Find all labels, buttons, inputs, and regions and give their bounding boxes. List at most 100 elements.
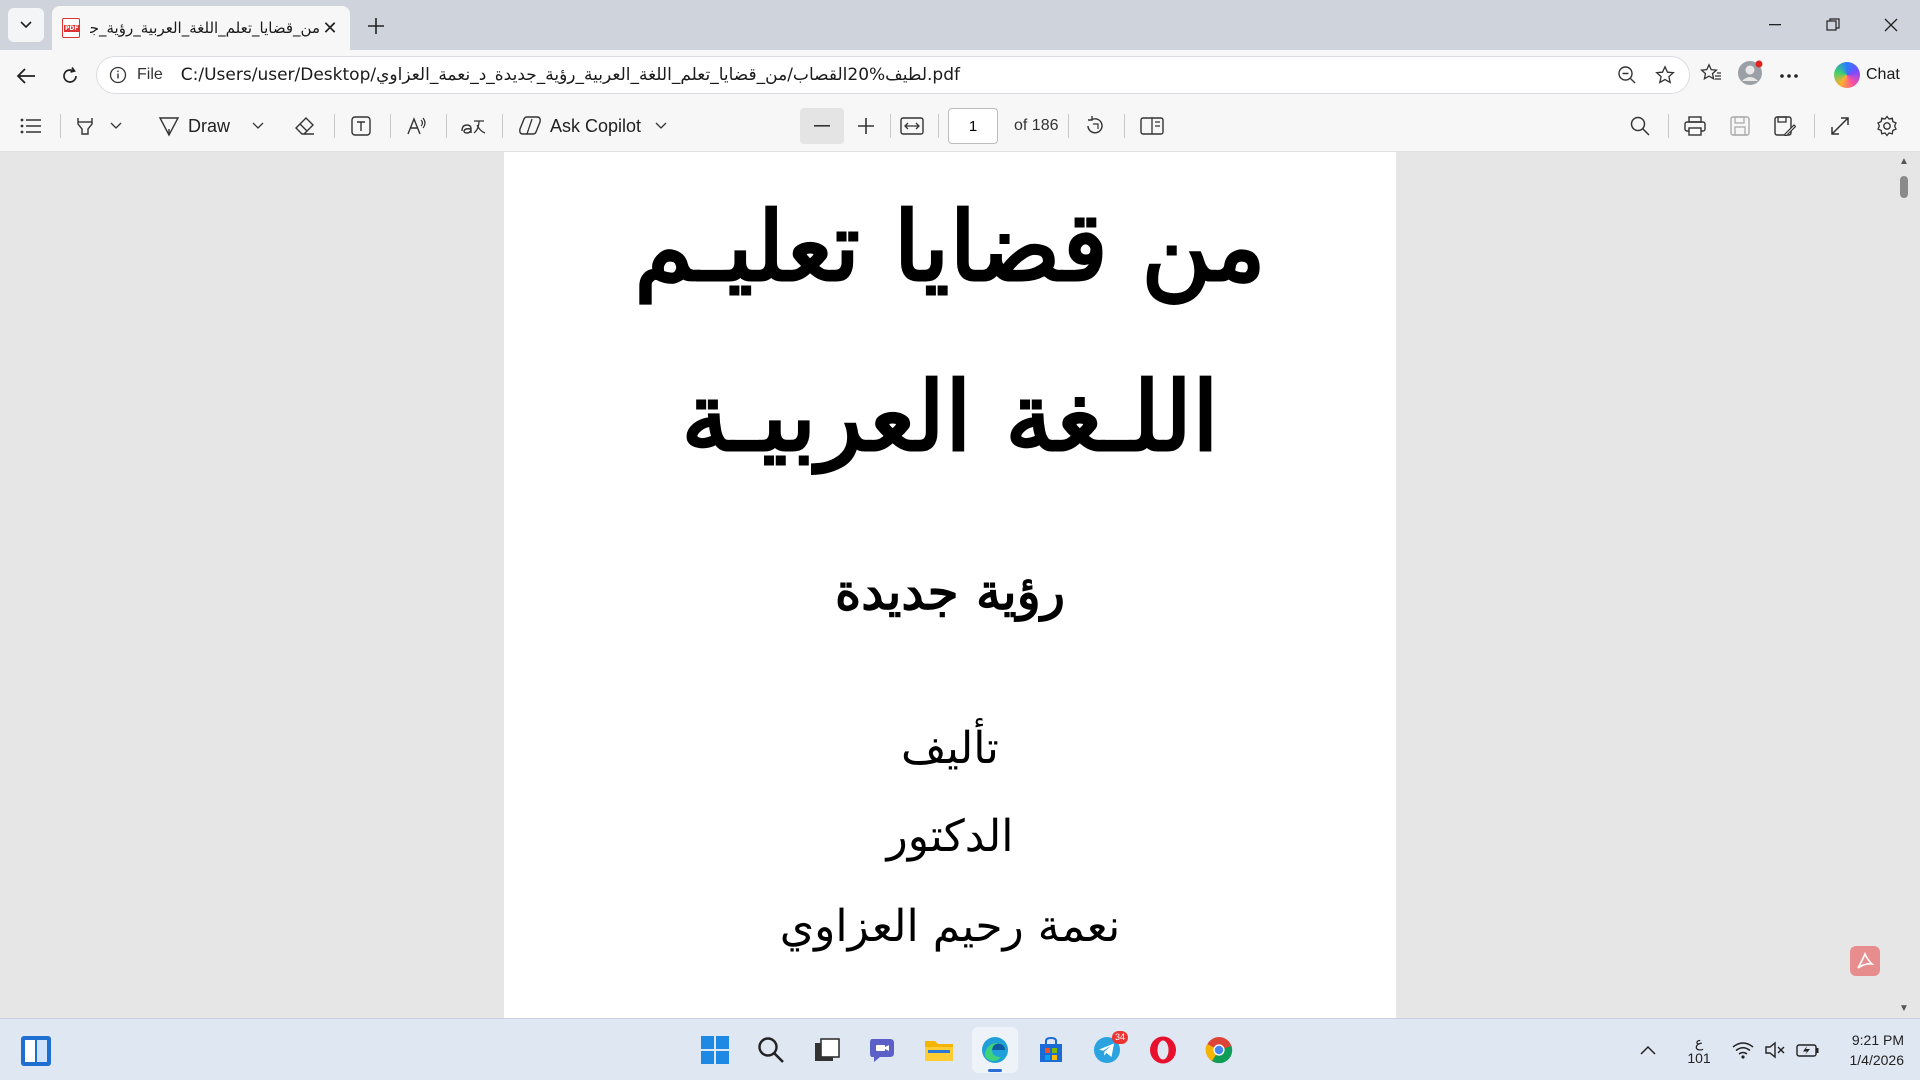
opera-icon xyxy=(1150,1036,1176,1064)
info-icon[interactable] xyxy=(107,64,129,86)
table-of-contents-button[interactable] xyxy=(20,108,42,144)
text-box-icon xyxy=(351,116,371,136)
two-page-view-icon xyxy=(1140,117,1164,135)
pdf-page: من قضايا تعليـم اللـغة العربيـة رؤية جدي… xyxy=(504,152,1396,1018)
save-disk-icon xyxy=(1730,116,1750,136)
author-title: الدكتور xyxy=(886,811,1014,862)
url-field[interactable]: File C:/Users/user/Desktop/لطيف%20القصاب… xyxy=(96,56,1690,94)
favorite-star-icon[interactable] xyxy=(1651,61,1679,89)
close-tab-icon[interactable]: ✕ xyxy=(320,18,340,39)
eraser-icon xyxy=(295,117,314,135)
pdf-viewer[interactable]: من قضايا تعليـم اللـغة العربيـة رؤية جدي… xyxy=(0,152,1920,1018)
taskbar-chrome[interactable] xyxy=(1196,1027,1242,1073)
zoom-out-icon[interactable] xyxy=(1613,61,1641,89)
speaker-muted-icon xyxy=(1765,1041,1785,1059)
edge-browser-icon xyxy=(982,1037,1008,1063)
chevron-down-icon[interactable] xyxy=(110,122,122,130)
save-button[interactable] xyxy=(1730,108,1750,144)
draw-button[interactable]: Draw xyxy=(158,108,264,144)
taskbar-file-explorer[interactable] xyxy=(916,1027,962,1073)
taskbar-search[interactable] xyxy=(748,1027,794,1073)
back-arrow-icon xyxy=(16,68,35,84)
copilot-chat-button[interactable]: Chat xyxy=(1830,56,1914,94)
chevron-down-icon[interactable] xyxy=(252,122,264,130)
book-title-line2: اللـغة العربيـة xyxy=(681,360,1219,473)
taskbar-windows-start[interactable] xyxy=(692,1027,738,1073)
page-navigation: of 186 xyxy=(948,108,1058,144)
page-number-input[interactable] xyxy=(948,108,998,144)
read-aloud-icon xyxy=(407,117,426,135)
chevron-down-icon xyxy=(20,21,32,29)
close-window-button[interactable] xyxy=(1862,0,1920,50)
windows-logo-icon xyxy=(21,1036,51,1066)
rotate-icon xyxy=(1087,116,1103,134)
start-button[interactable] xyxy=(20,1035,52,1067)
save-as-button[interactable] xyxy=(1774,108,1796,144)
author-label: تأليف xyxy=(901,723,999,774)
more-options-icon[interactable] xyxy=(1778,66,1800,84)
favorites-icon[interactable] xyxy=(1700,62,1722,88)
clock-date: 1/4/2026 xyxy=(1849,1052,1905,1068)
language-script: ع xyxy=(1694,1034,1704,1050)
active-tab[interactable]: من_قضايا_تعلم_اللغة_العربية_رؤية_جديدة ✕ xyxy=(52,6,350,50)
add-text-button[interactable] xyxy=(350,108,372,144)
page-count-label: of 186 xyxy=(1014,117,1059,134)
read-aloud-button[interactable] xyxy=(406,108,428,144)
fit-to-width-button[interactable] xyxy=(900,108,924,144)
windows-start-icon xyxy=(701,1036,729,1064)
scroll-down-arrow-icon[interactable]: ▼ xyxy=(1899,1003,1909,1014)
input-language-indicator[interactable]: ع 101 xyxy=(1684,1027,1714,1073)
search-button[interactable] xyxy=(1630,108,1650,144)
page-view-button[interactable] xyxy=(1140,108,1164,144)
url-text: C:/Users/user/Desktop/لطيف%20القصاب/من_ق… xyxy=(180,65,961,85)
close-icon xyxy=(1884,18,1898,32)
system-tray-status[interactable] xyxy=(1732,1027,1820,1073)
translate-button[interactable] xyxy=(460,108,486,144)
clock-time: 9:21 PM xyxy=(1851,1032,1904,1048)
minimize-button[interactable] xyxy=(1746,0,1804,50)
fullscreen-button[interactable] xyxy=(1830,108,1850,144)
ask-copilot-button[interactable]: Ask Copilot xyxy=(518,108,667,144)
search-icon xyxy=(758,1037,784,1063)
gear-icon xyxy=(1877,115,1897,137)
erase-button[interactable] xyxy=(294,108,316,144)
rotate-button[interactable] xyxy=(1084,108,1106,144)
chrome-icon xyxy=(1205,1037,1233,1064)
minus-icon xyxy=(814,125,830,127)
restore-button[interactable] xyxy=(1804,0,1862,50)
file-scheme-label: File xyxy=(137,66,163,83)
vertical-scrollbar[interactable]: ▲ ▼ xyxy=(1896,152,1912,1018)
ask-copilot-label: Ask Copilot xyxy=(550,115,642,136)
refresh-button[interactable] xyxy=(54,60,86,92)
profile-avatar[interactable] xyxy=(1736,59,1764,92)
back-button[interactable] xyxy=(10,60,42,92)
restore-icon xyxy=(1826,18,1840,31)
task-view-icon xyxy=(815,1038,840,1061)
zoom-in-button[interactable] xyxy=(856,108,876,144)
print-button[interactable] xyxy=(1684,108,1706,144)
new-tab-button[interactable] xyxy=(360,10,392,42)
clock[interactable]: 9:21 PM 1/4/2026 xyxy=(1824,1027,1905,1073)
acrobat-extension-button[interactable] xyxy=(1850,946,1880,976)
tab-bar: من_قضايا_تعلم_اللغة_العربية_رؤية_جديدة ✕ xyxy=(0,0,1920,50)
scroll-up-arrow-icon[interactable]: ▲ xyxy=(1899,156,1909,167)
book-title-line1: من قضايا تعليـم xyxy=(634,190,1266,303)
chevron-down-icon[interactable] xyxy=(655,122,667,130)
taskbar-telegram[interactable]: 34 xyxy=(1084,1027,1130,1073)
zoom-out-button[interactable] xyxy=(800,108,844,144)
draw-pen-icon xyxy=(158,117,180,137)
chat-label: Chat xyxy=(1866,66,1900,83)
print-icon xyxy=(1684,116,1706,136)
show-hidden-icons-button[interactable] xyxy=(1640,1027,1656,1073)
settings-button[interactable] xyxy=(1876,108,1898,144)
taskbar-store[interactable] xyxy=(1028,1027,1074,1073)
search-icon xyxy=(1630,116,1650,136)
tab-actions-menu-button[interactable] xyxy=(8,8,44,42)
fit-width-icon xyxy=(900,117,924,135)
taskbar-task-view[interactable] xyxy=(804,1027,850,1073)
scroll-thumb[interactable] xyxy=(1900,176,1908,198)
taskbar-edge[interactable] xyxy=(972,1027,1018,1073)
taskbar-teams[interactable] xyxy=(860,1027,906,1073)
highlight-button[interactable] xyxy=(74,108,122,144)
taskbar-opera[interactable] xyxy=(1140,1027,1186,1073)
